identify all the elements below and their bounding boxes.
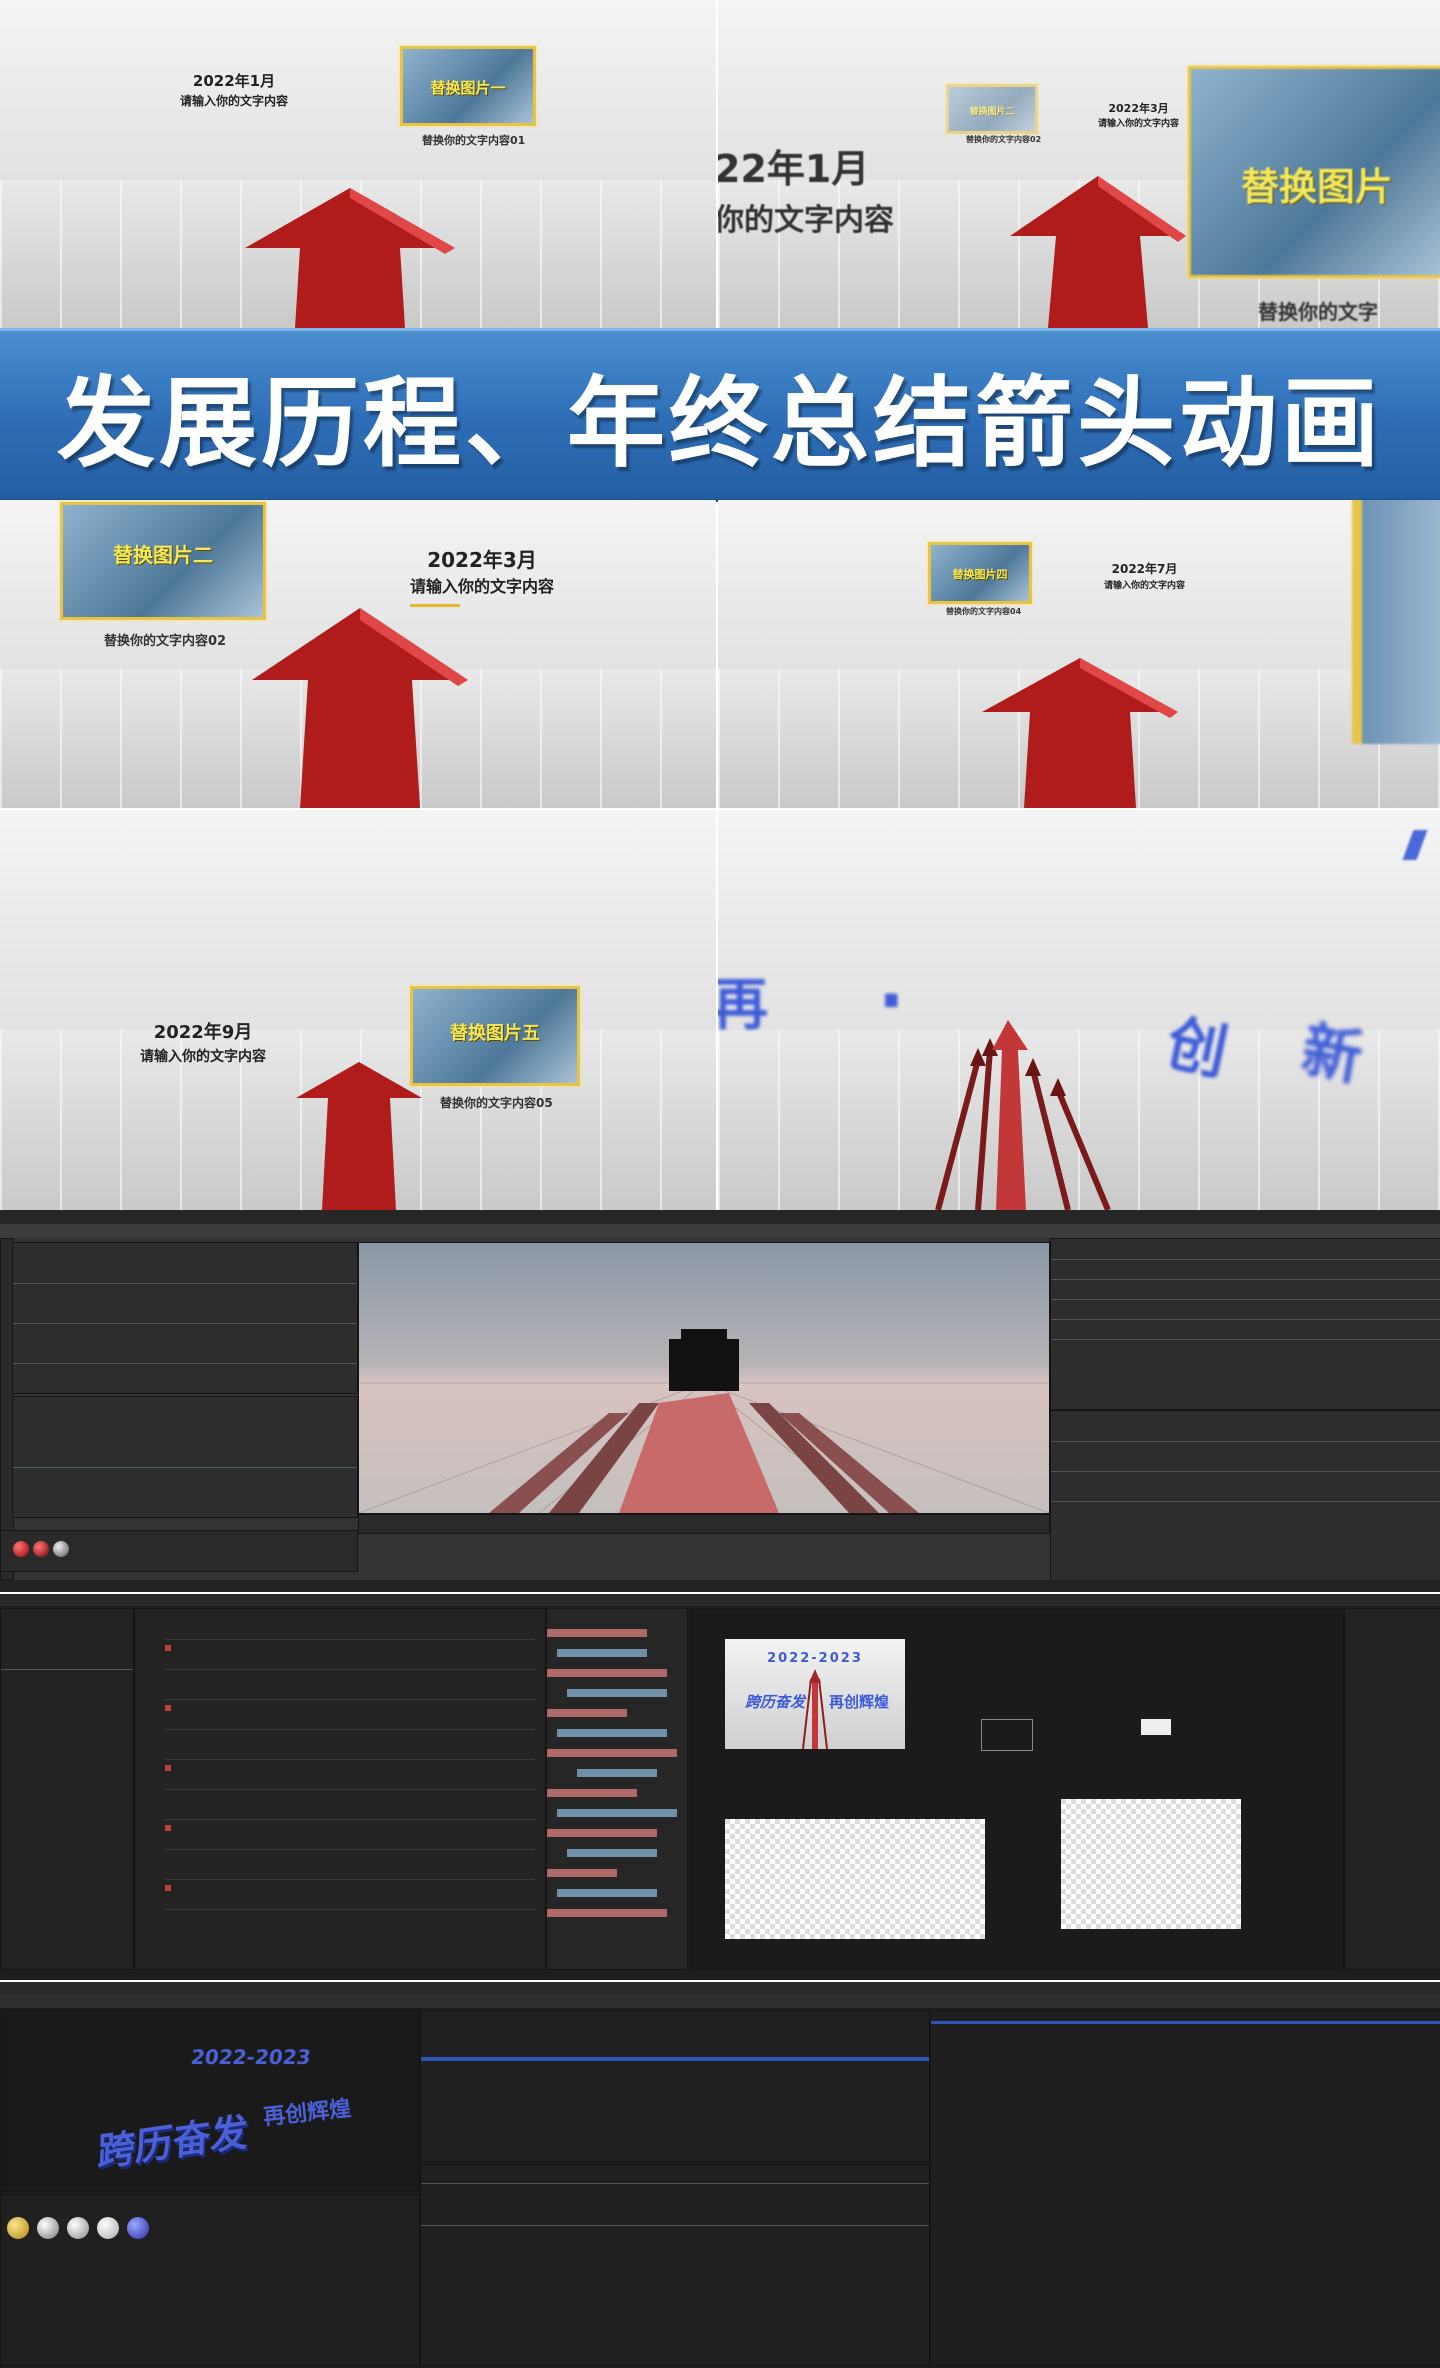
date-label: 2022年3月 请输入你的文字内容: [1098, 102, 1180, 129]
ae-screenshot: 2022-2023 跨历奋发 再创辉煌: [0, 1594, 1440, 1980]
composition-viewer[interactable]: 2022-2023 跨历奋发 再创辉煌: [690, 1608, 1344, 1970]
red-arrow-icon: [252, 608, 468, 808]
photo-caption: 替换你的文字: [1258, 300, 1378, 324]
timeline-ruler[interactable]: [358, 1514, 1050, 1534]
preview-panel-1: 2022年1月 请输入你的文字内容 替换图片一 替换你的文字内容01: [0, 0, 716, 328]
preview-panel-4: 替换图片四 替换你的文字内容04 2022年7月 请输入你的文字内容: [718, 500, 1440, 808]
placeholder-photo[interactable]: 替换图片一: [400, 46, 536, 126]
banner-title: 发展历程、年终总结箭头动画: [56, 367, 1383, 481]
placeholder-photo[interactable]: 替换图片四: [928, 542, 1032, 604]
selected-row[interactable]: [421, 2057, 929, 2061]
photo-caption: 替换你的文字内容05: [440, 1096, 553, 1110]
layer-list: [134, 1608, 546, 1970]
date-label: 2022年1月 请输入你的文字内容: [180, 72, 289, 108]
date-label: 2022年3月 请输入你的文字内容: [410, 548, 555, 596]
date-label: 2022年7月 请输入你的文字内容: [1104, 562, 1186, 591]
multi-arrows-icon: [935, 1020, 1111, 1210]
date-label-large: 22年1月 你的文字内容: [718, 147, 894, 238]
placeholder-photo[interactable]: 替换图片: [1188, 66, 1440, 278]
comp-checker-left: [725, 1819, 985, 1939]
date-label: 2022年9月 请输入你的文字内容: [140, 1022, 266, 1065]
preview-panel-5: 2022年9月 请输入你的文字内容 替换图片五 替换你的文字内容05: [0, 810, 716, 1210]
object-manager: [420, 2010, 930, 2162]
photo-caption: 替换你的文字内容04: [946, 607, 1022, 616]
menu-bar: [0, 1594, 1440, 1606]
timeline-bars[interactable]: [546, 1608, 688, 1970]
preview-panel-2: 22年1月 你的文字内容 替换图片二 替换你的文字内容02 2022年3月 请输…: [718, 0, 1440, 328]
underline-accent: [410, 604, 460, 607]
material-manager: [0, 2194, 420, 2366]
status-bar: [0, 1580, 1440, 1592]
curve-editor: [12, 1396, 358, 1518]
red-arrow-icon: [1010, 176, 1186, 328]
preview-panel-3: 替换图片二 替换你的文字内容02 2022年3月 请输入你的文字内容: [0, 500, 716, 808]
comp-checker-right: [1061, 1799, 1241, 1929]
c4d-screenshot: [0, 1210, 1440, 1592]
corner-shard: [1402, 830, 1428, 860]
attribute-manager: [420, 2164, 930, 2366]
placeholder-photo[interactable]: 替换图片二: [60, 502, 266, 620]
object-manager: [1050, 1238, 1440, 1410]
comp-node-box: [981, 1719, 1033, 1751]
viewport-title-text: 2022-2023: [189, 2045, 313, 2069]
placeholder-photo[interactable]: 替换图片五: [410, 986, 580, 1086]
photo-caption: 替换你的文字内容01: [422, 134, 526, 147]
preview-panel-6: 再 · 创 新: [718, 810, 1440, 1210]
comp-node-white: [1141, 1719, 1171, 1735]
project-panel: [0, 1608, 134, 1970]
c4d-dark-screenshot: 2022-2023 跨历奋发 再创辉煌: [0, 1982, 1440, 2368]
viewport-main-text: 跨历奋发: [96, 2109, 249, 2175]
red-arrow-icon: [982, 658, 1178, 808]
timeline-graph: [12, 1242, 358, 1394]
red-arrow-icon: [296, 1062, 422, 1210]
menu-bar: [0, 1982, 1440, 1994]
3d-viewport[interactable]: [358, 1242, 1050, 1514]
3d-viewport[interactable]: 2022-2023 跨历奋发 再创辉煌: [0, 2010, 420, 2192]
layer-manager: [930, 2010, 1440, 2366]
photo-caption-small: 替换你的文字内容02: [966, 135, 1042, 144]
toolbar: [0, 1994, 1440, 2008]
flying-glyph: 再: [718, 973, 768, 1038]
viewport-side-text: 再创辉煌: [262, 2096, 353, 2131]
title-banner: 发展历程、年终总结箭头动画: [0, 328, 1440, 502]
photo-caption: 替换你的文字内容02: [104, 634, 227, 649]
comp-preview: 2022-2023 跨历奋发 再创辉煌: [725, 1639, 905, 1749]
toolbar: [0, 1224, 1440, 1238]
effects-panel: [1344, 1608, 1440, 1970]
red-arrow-icon: [245, 188, 455, 328]
attribute-manager: [1050, 1410, 1440, 1582]
menu-bar: [0, 1210, 1440, 1224]
edge-photo-blur: [1352, 500, 1440, 744]
material-manager: [0, 1530, 358, 1572]
placeholder-photo-small[interactable]: 替换图片二: [946, 84, 1038, 134]
